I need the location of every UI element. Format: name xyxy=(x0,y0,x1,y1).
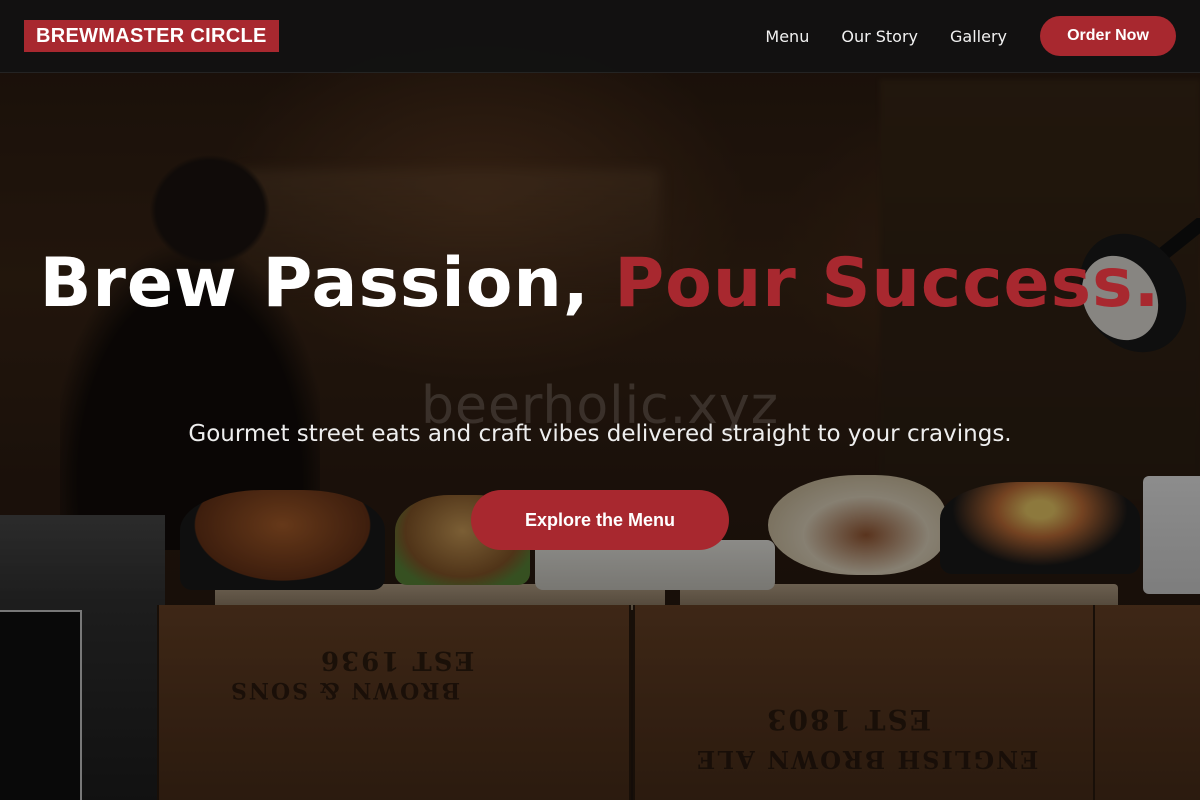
nav-link-our-story[interactable]: Our Story xyxy=(841,27,918,46)
hero-section: Brew Passion, Pour Success. beerholic.xy… xyxy=(0,0,1200,800)
nav-links: Menu Our Story Gallery xyxy=(765,0,1007,72)
navbar: BREWMASTER CIRCLE Menu Our Story Gallery… xyxy=(0,0,1200,73)
nav-link-gallery[interactable]: Gallery xyxy=(950,27,1007,46)
nav-link-menu[interactable]: Menu xyxy=(765,27,809,46)
brand-logo[interactable]: BREWMASTER CIRCLE xyxy=(24,20,279,52)
hero-title: Brew Passion, Pour Success. xyxy=(0,248,1200,320)
hero-title-main: Brew Passion, xyxy=(39,244,615,323)
hero-subtitle: Gourmet street eats and craft vibes deli… xyxy=(188,421,1012,447)
hero-title-accent: Pour Success. xyxy=(614,244,1161,323)
order-now-button[interactable]: Order Now xyxy=(1040,16,1176,56)
explore-menu-button[interactable]: Explore the Menu xyxy=(471,490,729,550)
